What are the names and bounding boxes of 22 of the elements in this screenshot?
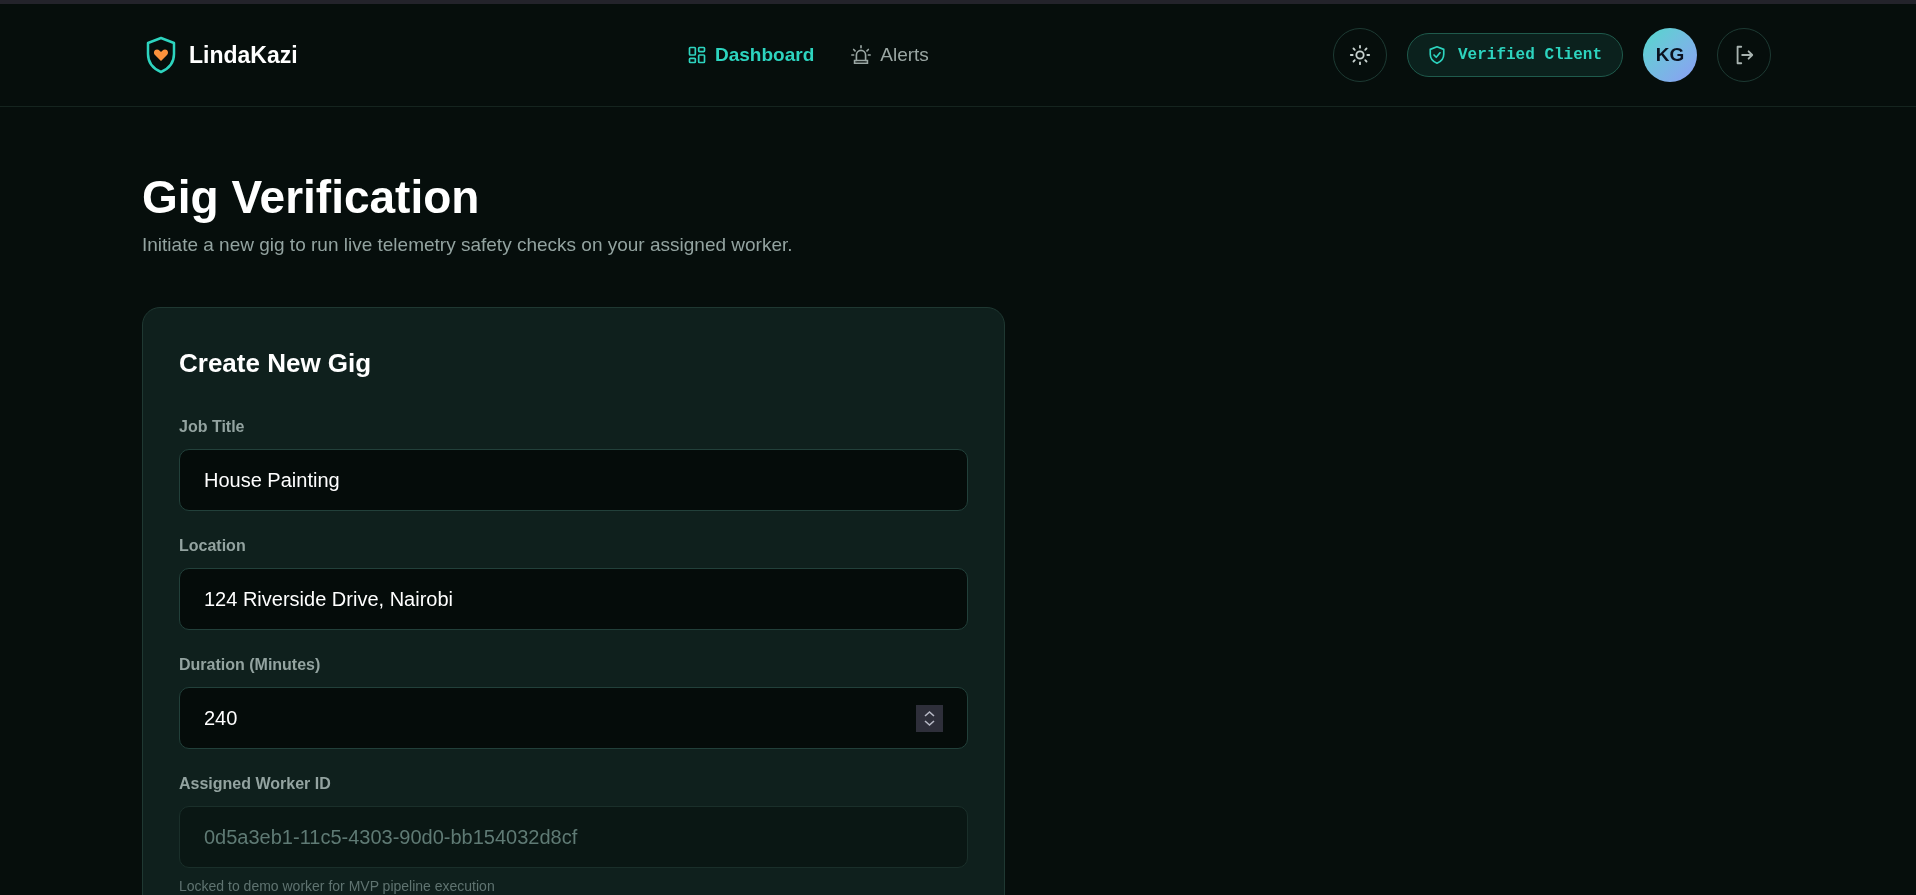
- field-label: Assigned Worker ID: [179, 774, 332, 794]
- field-label: Location: [179, 536, 247, 556]
- dashboard-grid-icon: [687, 45, 707, 65]
- user-avatar[interactable]: KG: [1643, 28, 1697, 82]
- shield-heart-icon: [145, 36, 177, 74]
- verified-badge: Verified Client: [1406, 33, 1623, 77]
- sun-icon: [1348, 44, 1371, 66]
- field-label: Job Title: [179, 417, 246, 437]
- page-title: Gig Verification: [142, 170, 481, 225]
- nav-link[interactable]: Alerts: [850, 40, 929, 70]
- input-field[interactable]: 124 Riverside Drive, Nairobi: [179, 568, 968, 630]
- number-input[interactable]: 240: [179, 687, 968, 749]
- card-title: Create New Gig: [179, 347, 373, 380]
- shield-check-icon: [1427, 45, 1446, 65]
- input-field[interactable]: House Painting: [179, 449, 968, 511]
- brand-name: LindaKazi: [189, 40, 298, 70]
- siren-icon: [850, 44, 873, 66]
- nav-link[interactable]: Dashboard: [687, 40, 815, 70]
- spinner-icon[interactable]: [916, 704, 943, 732]
- page-subtitle: Initiate a new gig to run live telemetry safety checks on your assigned worker.: [142, 232, 794, 257]
- field-label: Duration (Minutes): [179, 655, 322, 675]
- field-hint: Locked to demo worker for MVP pipeline execution: [179, 877, 496, 895]
